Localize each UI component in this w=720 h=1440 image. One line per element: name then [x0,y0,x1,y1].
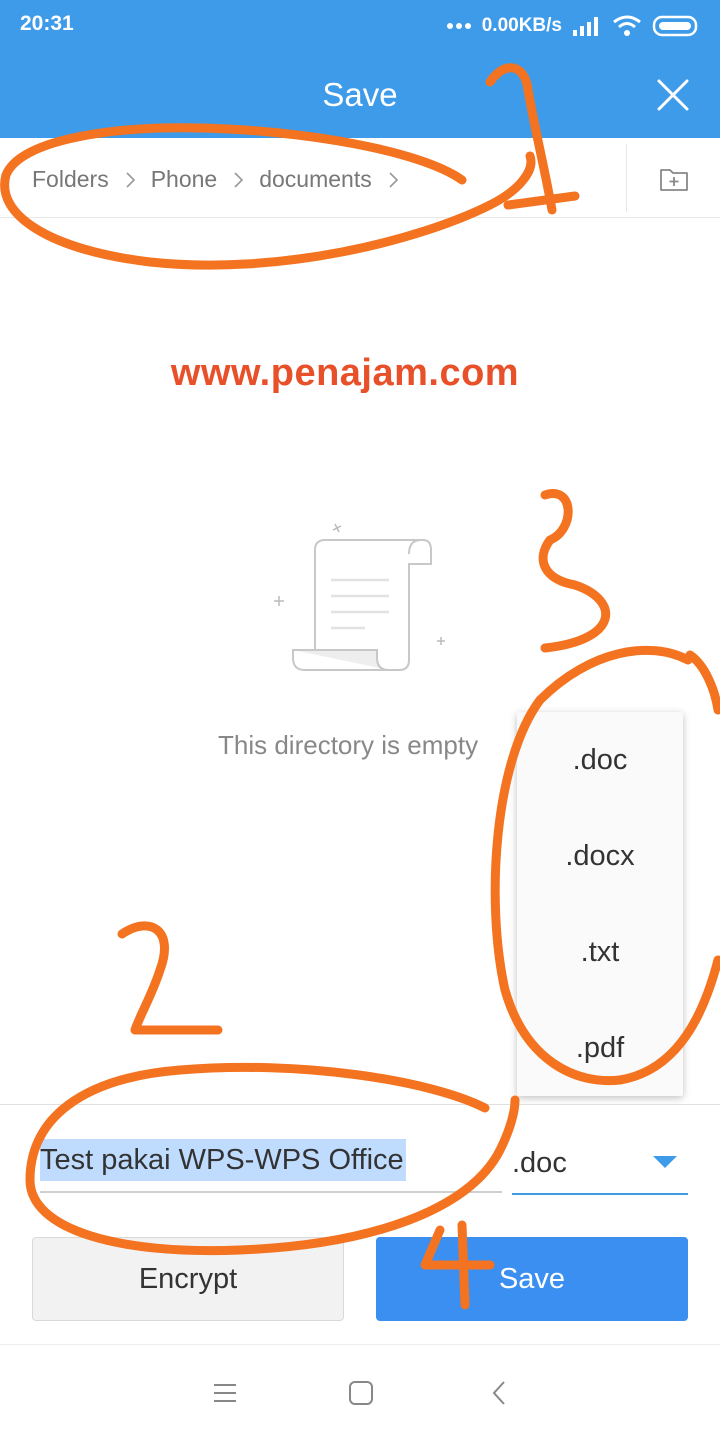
navigation-bar [0,1344,720,1440]
menu-icon[interactable] [211,1379,239,1407]
save-button[interactable]: Save [376,1237,688,1321]
wifi-icon [613,15,641,36]
status-bar: 20:31 0.00KB/s [0,0,720,52]
document-scroll-icon [274,523,445,671]
format-option-txt[interactable]: .txt [517,904,683,1000]
title-bar: Save [0,52,720,138]
home-icon[interactable] [347,1379,375,1407]
watermark-text: www.penajam.com [170,352,520,394]
breadcrumb-item-documents[interactable]: documents [259,166,372,193]
format-option-docx[interactable]: .docx [517,808,683,904]
network-speed: 0.00KB/s [481,15,562,36]
close-icon[interactable] [656,78,690,112]
new-folder-icon[interactable] [659,164,689,194]
back-icon[interactable] [486,1379,514,1407]
chevron-right-icon [389,171,398,188]
signal-icon [573,17,598,36]
save-form: Test pakai WPS-WPS Office .doc Encrypt S… [0,1104,720,1344]
status-icons: 0.00KB/s [446,10,700,42]
status-time: 20:31 [20,12,74,35]
format-option-doc[interactable]: .doc [517,712,683,808]
new-folder-area [626,144,720,212]
more-dots-icon [446,23,471,29]
format-selected-value: .doc [512,1147,567,1179]
chevron-right-icon [126,171,135,188]
breadcrumb: Folders Phone documents [32,166,414,193]
format-dropdown-menu: .doc .docx .txt .pdf [517,712,683,1096]
dialog-title: Save [322,76,398,113]
breadcrumb-item-folders[interactable]: Folders [32,166,109,193]
breadcrumb-bar: Folders Phone documents [0,138,720,218]
filename-selected-text[interactable]: Test pakai WPS-WPS Office [40,1139,406,1181]
dropdown-arrow-icon [653,1156,677,1168]
empty-directory-message: This directory is empty [218,730,479,760]
breadcrumb-item-phone[interactable]: Phone [151,166,218,193]
annotation-number-2 [117,921,223,1035]
encrypt-button[interactable]: Encrypt [32,1237,344,1321]
format-option-pdf[interactable]: .pdf [517,1000,683,1096]
chevron-right-icon [234,171,244,188]
battery-icon [652,15,698,37]
format-select[interactable]: .doc [512,1141,688,1195]
annotation-number-3 [538,489,611,653]
